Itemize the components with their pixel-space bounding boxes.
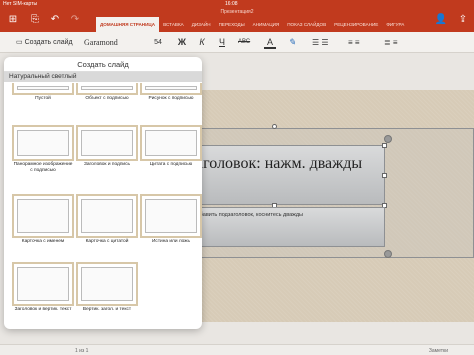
tab-home[interactable]: ДОМАШНЯЯ СТРАНИЦА [96,17,160,32]
layout-thumbnail [12,83,74,95]
bold-button[interactable]: Ж [176,36,188,49]
layout-label: Вертик. загол. и текст [82,307,132,312]
layout-thumbnail [140,83,202,95]
strikethrough-button[interactable]: АВС [238,36,250,49]
subtitle-placeholder[interactable]: ы добавить подзаголовок, коснитесь дважд… [185,207,385,247]
layout-label: Панорамное изображение с подписью [13,162,73,173]
layout-thumbnail [140,125,202,161]
ribbon-toolbar: ▭ Создать слайд Garamond 54 Ж К Ч АВС А … [0,32,474,53]
italic-button[interactable]: К [196,36,208,49]
screw-icon [384,135,392,143]
layout-quote-caption[interactable]: Цитата с подписью [140,125,202,168]
layout-content-caption[interactable]: Объект с подписью [76,83,138,102]
layout-label: Карточка с цитатой [85,239,129,244]
tab-slideshow[interactable]: ПОКАЗ СЛАЙДОВ [283,17,330,32]
theme-header: Натуральный светлый [4,72,202,82]
slide-title: Заголовок: нажм. дважды [188,155,363,172]
layout-title-caption[interactable]: Заголовок и подпись [76,125,138,168]
layout-thumbnail [76,194,138,238]
tab-shape[interactable]: ФИГУРА [382,17,408,32]
slide-subtitle: ы добавить подзаголовок, коснитесь дважд… [188,212,303,218]
layout-thumbnail [12,125,74,161]
tab-design[interactable]: ДИЗАЙН [188,17,215,32]
save-icon[interactable]: ⎘ [28,14,42,26]
title-placeholder[interactable]: Заголовок: нажм. дважды [185,145,385,205]
resize-handle[interactable] [382,173,387,178]
popover-title: Создать слайд [4,57,202,72]
layout-label: Пустой [35,96,51,101]
add-person-icon[interactable]: 👤 [434,14,448,26]
undo-icon[interactable]: ↶ [48,14,62,26]
bullets-icon[interactable]: ☰ ☰ [312,36,342,49]
layout-label: Объект с подписью [85,96,129,101]
status-footer: 1 из 1 Заметки [0,344,474,355]
notes-button[interactable]: Заметки [429,348,448,354]
redo-icon[interactable]: ↷ [68,14,82,26]
layout-blank[interactable]: Пустой [12,83,74,102]
status-bar: Нет SIM-карты 16:08 [0,0,474,8]
layout-quote-card[interactable]: Карточка с цитатой [76,194,138,245]
paragraph-icon[interactable]: ≡ ≡ [348,36,378,49]
ribbon-top: Презентация2 ⊞ ⎘ ↶ ↷ ДОМАШНЯЯ СТРАНИЦА В… [0,8,474,32]
slide-canvas[interactable]: Заголовок: нажм. дважды ы добавить подза… [185,90,474,322]
layout-thumbnail [76,262,138,306]
layout-thumbnail [12,194,74,238]
layout-label: Заголовок и подпись [83,162,131,167]
layout-thumbnail [76,125,138,161]
layout-panoramic-caption[interactable]: Панорамное изображение с подписью [12,125,74,174]
grid-icon[interactable]: ⊞ [6,14,20,26]
layout-label: Заголовок и вертик. текст [14,307,72,312]
font-size-field[interactable]: 54 [150,36,166,49]
new-slide-button[interactable]: ▭ Создать слайд [16,36,76,49]
new-slide-popover: Создать слайд Натуральный светлый Пустой… [4,57,202,329]
layout-label: Цитата с подписью [149,162,193,167]
rotate-handle[interactable] [272,124,277,129]
layout-label: Карточка с именем [21,239,65,244]
carrier-label: Нет SIM-карты [3,1,38,7]
tab-animation[interactable]: АНИМАЦИЯ [249,17,284,32]
screw-icon [384,250,392,258]
layout-thumbnail [76,83,138,95]
resize-handle[interactable] [382,143,387,148]
new-slide-label: Создать слайд [24,39,73,46]
clock: 16:08 [225,1,238,7]
highlight-icon[interactable]: ✎ [286,36,298,49]
font-name-field[interactable]: Garamond [80,36,142,49]
layout-vertical-title-text[interactable]: Вертик. загол. и текст [76,262,138,313]
underline-button[interactable]: Ч [216,36,228,49]
share-icon[interactable]: ⇪ [456,14,470,26]
ribbon-tabs: ДОМАШНЯЯ СТРАНИЦА ВСТАВКА ДИЗАЙН ПЕРЕХОД… [96,17,408,32]
new-slide-icon: ▭ [16,39,23,46]
font-color-button[interactable]: А [264,36,276,49]
layout-picture-caption[interactable]: Рисунок с подписью [140,83,202,102]
tab-insert[interactable]: ВСТАВКА [159,17,188,32]
layout-name-card[interactable]: Карточка с именем [12,194,74,245]
layout-label: Рисунок с подписью [148,96,194,101]
layout-true-false[interactable]: Истина или ложь [140,194,202,245]
layout-thumbnail [140,194,202,238]
tab-transitions[interactable]: ПЕРЕХОДЫ [215,17,249,32]
layout-title-vertical-text[interactable]: Заголовок и вертик. текст [12,262,74,313]
layout-thumbnail [12,262,74,306]
tab-review[interactable]: РЕЦЕНЗИРОВАНИЕ [330,17,382,32]
slide-count: 1 из 1 [75,348,89,354]
layout-label: Истина или ложь [151,239,191,244]
align-icon[interactable]: ≣ ≡ [384,36,414,49]
